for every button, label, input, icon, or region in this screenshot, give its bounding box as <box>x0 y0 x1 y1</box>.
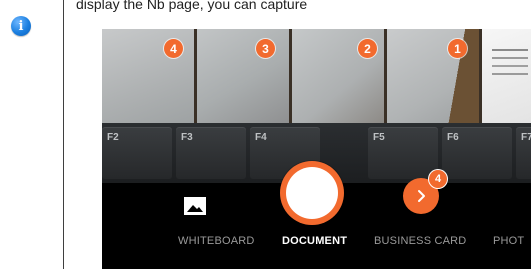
key-label: F3 <box>181 132 193 143</box>
keyboard-key: F7 <box>516 127 531 179</box>
thumbnail-badge: 1 <box>448 39 467 58</box>
page-count-badge: 4 <box>429 170 447 188</box>
chevron-right-icon <box>418 190 425 202</box>
mode-selector: WHITEBOARD DOCUMENT BUSINESS CARD PHOT <box>102 235 531 253</box>
shutter-button[interactable] <box>280 161 344 225</box>
mode-document[interactable]: DOCUMENT <box>282 235 347 247</box>
info-icon: i <box>11 16 31 36</box>
mode-business-card[interactable]: BUSINESS CARD <box>374 235 466 247</box>
key-label: F2 <box>107 132 119 143</box>
camera-controls: 4 WHITEBOARD DOCUMENT BUSINESS CARD PHOT <box>102 161 531 269</box>
thumbnail-preview[interactable] <box>482 29 531 123</box>
thumbnail-badge: 2 <box>358 39 377 58</box>
thumbnail-strip: 4 3 2 1 <box>102 29 531 123</box>
thumbnail-2[interactable]: 2 <box>292 29 384 123</box>
keyboard-key: F6 <box>442 127 512 179</box>
vertical-divider <box>63 0 64 269</box>
mode-photo[interactable]: PHOT <box>493 235 524 247</box>
thumbnail-badge: 4 <box>164 39 183 58</box>
caption-text: display the Nb page, you can capture <box>76 0 308 12</box>
page: i display the Nb page, you can capture 4… <box>0 0 531 269</box>
thumbnail-3[interactable]: 3 <box>197 29 289 123</box>
key-label: F4 <box>255 132 267 143</box>
thumbnail-4[interactable]: 4 <box>102 29 194 123</box>
key-label: F6 <box>447 132 459 143</box>
camera-screen: 4 3 2 1 F2 F3 F4 F5 F6 F7 4 WHITEBOARD D… <box>102 29 531 269</box>
thumbnail-1[interactable]: 1 <box>387 29 479 123</box>
keyboard-key: F5 <box>368 127 438 179</box>
info-glyph: i <box>18 19 24 34</box>
thumbnail-badge: 3 <box>256 39 275 58</box>
gallery-button[interactable] <box>182 195 208 217</box>
shutter-inner <box>286 167 338 219</box>
keyboard-key: F2 <box>102 127 172 179</box>
key-label: F5 <box>373 132 385 143</box>
mode-whiteboard[interactable]: WHITEBOARD <box>178 235 255 247</box>
key-label: F7 <box>521 132 531 143</box>
image-icon <box>184 197 206 215</box>
keyboard-key: F3 <box>176 127 246 179</box>
